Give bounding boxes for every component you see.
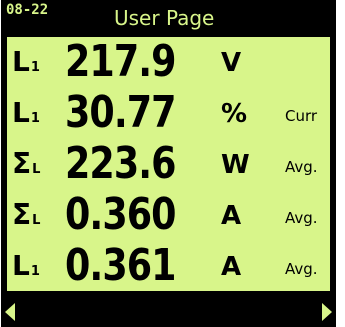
reading-value: 30.77 (65, 87, 177, 138)
status-bar: 08-22 User Page (1, 0, 336, 34)
reading-unit: W (221, 150, 250, 180)
phase-subscript: 1 (30, 111, 40, 126)
phase-label: L1 (12, 96, 40, 136)
phase-symbol: L (12, 45, 30, 78)
reading-row-voltage: L1 217.9 V (7, 37, 330, 88)
date-label: 08-22 (6, 2, 49, 18)
reading-row-power: ΣL 223.6 W Avg. (7, 139, 330, 190)
reading-value: 223.6 (65, 138, 177, 189)
phase-label: ΣL (12, 198, 40, 238)
phase-subscript: L (32, 162, 41, 177)
arrow-left-icon[interactable] (5, 303, 15, 321)
reading-row-current-sum: ΣL 0.360 A Avg. (7, 190, 330, 241)
reading-tag: Avg. (285, 260, 318, 278)
phase-label: ΣL (12, 147, 40, 187)
phase-symbol: Σ (12, 147, 32, 180)
reading-tag: Avg. (285, 209, 318, 227)
phase-symbol: L (12, 96, 30, 129)
reading-unit: V (221, 48, 242, 78)
reading-value: 217.9 (65, 36, 177, 87)
reading-tag: Curr (285, 107, 318, 125)
phase-label: L1 (12, 249, 40, 289)
meter-display: 08-22 User Page L1 217.9 V L1 30.77 % Cu… (1, 0, 336, 327)
reading-row-current-percent: L1 30.77 % Curr (7, 88, 330, 139)
readings-panel: L1 217.9 V L1 30.77 % Curr ΣL 223.6 W Av… (5, 35, 332, 293)
phase-subscript: 1 (30, 60, 40, 75)
page-title: User Page (114, 6, 215, 30)
phase-subscript: L (32, 213, 41, 228)
reading-value: 0.360 (65, 189, 177, 240)
reading-tag: Avg. (285, 158, 318, 176)
phase-symbol: Σ (12, 198, 32, 231)
reading-unit: A (221, 252, 242, 282)
arrow-right-icon[interactable] (322, 303, 332, 321)
reading-unit: % (221, 99, 248, 129)
phase-label: L1 (12, 45, 40, 85)
reading-unit: A (221, 201, 242, 231)
phase-symbol: L (12, 249, 30, 282)
reading-row-current-l1: L1 0.361 A Avg. (7, 241, 330, 292)
reading-value: 0.361 (65, 240, 177, 291)
navigation-bar (1, 295, 336, 327)
phase-subscript: 1 (30, 264, 40, 279)
